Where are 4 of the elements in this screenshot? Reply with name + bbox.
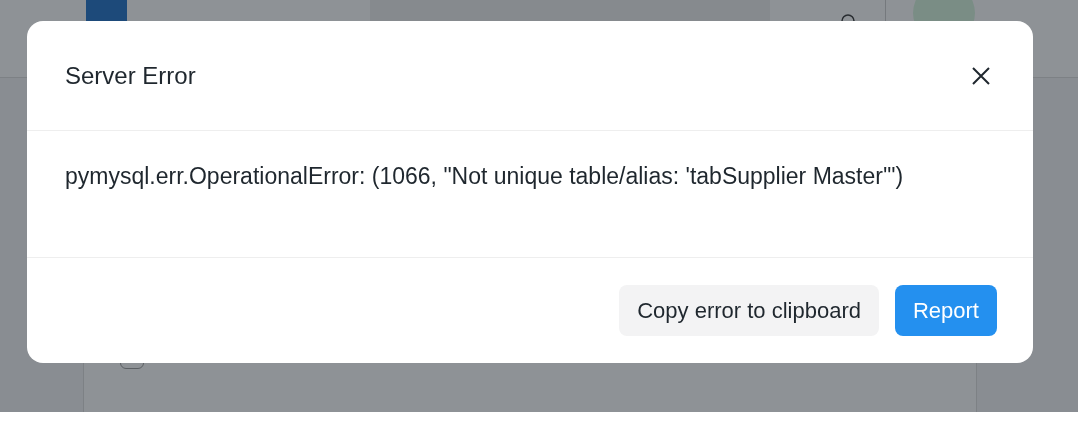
close-icon bbox=[971, 65, 991, 86]
copy-button[interactable]: Copy error to clipboard bbox=[619, 285, 879, 336]
error-message: pymysql.err.OperationalError: (1066, "Not unique table/alias: 'tabSupplier Master'") bbox=[27, 131, 1033, 258]
dialog-title: Server Error bbox=[65, 61, 196, 90]
